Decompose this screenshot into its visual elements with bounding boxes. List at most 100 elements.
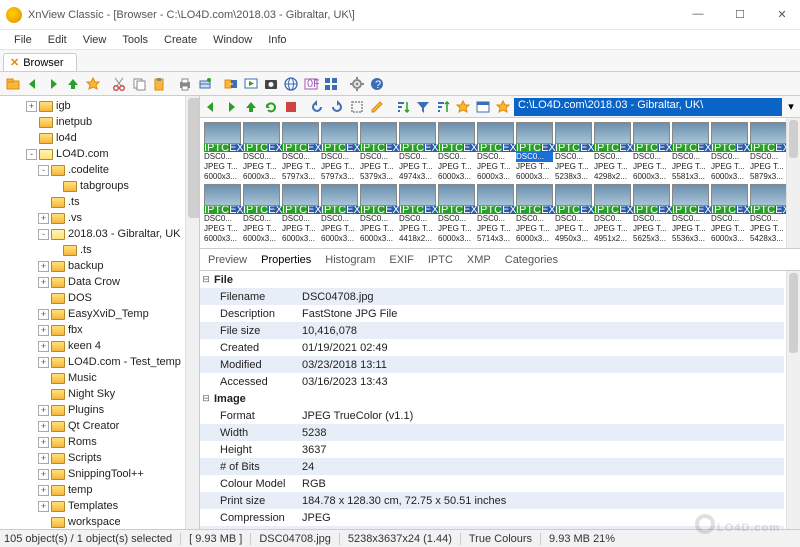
thumbnail[interactable]: IPTCEXIFICCDSC0...JPEG T...6000x3... — [438, 122, 475, 182]
tree-item[interactable]: -.codelite — [2, 162, 199, 178]
thumbnail[interactable]: IPTCEXIFICCDSC0...JPEG T...6000x3... — [711, 122, 748, 182]
back-icon[interactable] — [202, 98, 220, 116]
expand-icon[interactable]: + — [38, 325, 49, 336]
tree-item[interactable]: +Templates — [2, 498, 199, 514]
thumbnail[interactable]: IPTCEXIFICCDSC0...JPEG T...6000x3... — [321, 184, 358, 244]
tab-browser[interactable]: ✕ Browser — [3, 53, 77, 71]
window-minimize-button[interactable]: — — [686, 8, 710, 21]
window-close-button[interactable]: ✕ — [770, 8, 794, 21]
menu-tools[interactable]: Tools — [116, 32, 154, 48]
proptab-preview[interactable]: Preview — [208, 254, 247, 266]
tree-scrollbar[interactable] — [185, 96, 199, 529]
thumbnail[interactable]: IPTCEXIFICCDSC0...JPEG T...4418x2... — [399, 184, 436, 244]
thumbnail[interactable]: IPTCEXIFICCDSC0...JPEG T...4298x2... — [594, 122, 631, 182]
expand-icon[interactable]: + — [38, 501, 49, 512]
rotate-ccw-icon[interactable] — [308, 98, 326, 116]
thumbnail[interactable]: IPTCEXIFICCDSC0...JPEG T...6000x3... — [516, 184, 553, 244]
tree-item[interactable]: +Scripts — [2, 450, 199, 466]
grid-icon[interactable] — [322, 75, 340, 93]
tree-item[interactable]: workspace — [2, 514, 199, 529]
expand-icon[interactable]: - — [38, 165, 49, 176]
back-icon[interactable] — [24, 75, 42, 93]
proptab-iptc[interactable]: IPTC — [428, 254, 453, 266]
tree-item[interactable]: +keen 4 — [2, 338, 199, 354]
filter-icon[interactable] — [414, 98, 432, 116]
tree-item[interactable]: +Qt Creator — [2, 418, 199, 434]
tree-item[interactable]: +Data Crow — [2, 274, 199, 290]
rotate-cw-icon[interactable] — [328, 98, 346, 116]
menu-edit[interactable]: Edit — [42, 32, 73, 48]
proptab-exif[interactable]: EXIF — [389, 254, 413, 266]
paste-icon[interactable] — [150, 75, 168, 93]
thumbnail[interactable]: IPTCEXIFICCDSC0...JPEG T...5797x3... — [321, 122, 358, 182]
thumbs-scrollbar[interactable] — [786, 118, 800, 248]
tree-item[interactable]: +.vs — [2, 210, 199, 226]
tree-item[interactable]: +Roms — [2, 434, 199, 450]
thumbnail[interactable]: IPTCEXIFICCDSC0...JPEG T...6000x3... — [204, 184, 241, 244]
tree-item[interactable]: +EasyXviD_Temp — [2, 306, 199, 322]
thumbnail[interactable]: IPTCEXIFICCDSC0...JPEG T...6000x3... — [282, 184, 319, 244]
thumbnail[interactable]: IPTCEXIFICCDSC0...JPEG T...4950x3... — [555, 184, 592, 244]
thumbnail[interactable]: IPTCEXIFICCDSC0...JPEG T...6000x3... — [438, 184, 475, 244]
menu-view[interactable]: View — [77, 32, 113, 48]
tree-item[interactable]: tabgroups — [2, 178, 199, 194]
capture-icon[interactable] — [262, 75, 280, 93]
tree-item[interactable]: -2018.03 - Gibraltar, UK — [2, 226, 199, 242]
expand-icon[interactable]: + — [26, 101, 37, 112]
expand-icon[interactable]: + — [38, 405, 49, 416]
thumbnail[interactable]: IPTCEXIFICCDSC0...JPEG T...6000x3... — [204, 122, 241, 182]
thumbnail[interactable]: IPTCEXIFICCDSC0...JPEG T...5797x3... — [282, 122, 319, 182]
thumbnail[interactable]: IPTCEXIFICCDSC0...JPEG T...5536x3... — [672, 184, 709, 244]
convert-icon[interactable] — [222, 75, 240, 93]
hex-icon[interactable]: 0F — [302, 75, 320, 93]
thumbnail[interactable]: IPTCEXIFICCDSC0...JPEG T...5625x3... — [633, 184, 670, 244]
tree-item[interactable]: +backup — [2, 258, 199, 274]
sort-icon[interactable] — [394, 98, 412, 116]
star-icon[interactable] — [454, 98, 472, 116]
fav-icon[interactable] — [84, 75, 102, 93]
tree-item[interactable]: inetpub — [2, 114, 199, 130]
address-dropdown-icon[interactable]: ▾ — [784, 100, 798, 113]
cut-icon[interactable] — [110, 75, 128, 93]
thumbnail[interactable]: IPTCEXIFICCDSC0...JPEG T...5379x3... — [360, 122, 397, 182]
tree-item[interactable]: +temp — [2, 482, 199, 498]
expand-icon[interactable]: + — [38, 277, 49, 288]
tree-item[interactable]: +LO4D.com - Test_temp — [2, 354, 199, 370]
crop-icon[interactable] — [348, 98, 366, 116]
tab-close-icon[interactable]: ✕ — [10, 56, 19, 69]
expand-icon[interactable]: + — [38, 261, 49, 272]
tree-item[interactable]: DOS — [2, 290, 199, 306]
thumbnail[interactable]: IPTCEXIFICCDSC0...JPEG T...5428x3... — [750, 184, 787, 244]
copy-icon[interactable] — [130, 75, 148, 93]
menu-file[interactable]: File — [8, 32, 38, 48]
window-maximize-button[interactable]: ☐ — [728, 8, 752, 21]
proptab-histogram[interactable]: Histogram — [325, 254, 375, 266]
stop-icon[interactable] — [282, 98, 300, 116]
tree-item[interactable]: Music — [2, 370, 199, 386]
proptab-properties[interactable]: Properties — [261, 254, 311, 266]
tree-item[interactable]: .ts — [2, 194, 199, 210]
propgrid-scrollbar[interactable] — [786, 271, 800, 529]
expand-icon[interactable]: + — [38, 485, 49, 496]
thumbnail[interactable]: IPTCEXIFICCDSC0...JPEG T...6000x3... — [243, 184, 280, 244]
options-icon[interactable] — [348, 75, 366, 93]
forward-icon[interactable] — [44, 75, 62, 93]
edit-icon[interactable] — [368, 98, 386, 116]
print-icon[interactable] — [176, 75, 194, 93]
collapse-icon[interactable]: ⊟ — [200, 393, 212, 404]
proptab-categories[interactable]: Categories — [505, 254, 558, 266]
up-icon[interactable] — [64, 75, 82, 93]
tree-item[interactable]: +igb — [2, 98, 199, 114]
expand-icon[interactable]: + — [38, 213, 49, 224]
expand-icon[interactable]: + — [38, 469, 49, 480]
scan-icon[interactable] — [196, 75, 214, 93]
folder-tree[interactable]: +igbinetpublo4d-LO4D.com-.codelitetabgro… — [0, 96, 200, 529]
tree-item[interactable]: +SnippingTool++ — [2, 466, 199, 482]
thumbnail[interactable]: IPTCEXIFICCDSC0...JPEG T...4974x3... — [399, 122, 436, 182]
expand-icon[interactable]: + — [38, 309, 49, 320]
thumbnail[interactable]: IPTCEXIFICCDSC0...JPEG T...6000x3... — [633, 122, 670, 182]
tree-item[interactable]: lo4d — [2, 130, 199, 146]
thumbnail-pane[interactable]: IPTCEXIFICCDSC0...JPEG T...6000x3...IPTC… — [200, 118, 800, 249]
forward-icon[interactable] — [222, 98, 240, 116]
open-icon[interactable] — [4, 75, 22, 93]
